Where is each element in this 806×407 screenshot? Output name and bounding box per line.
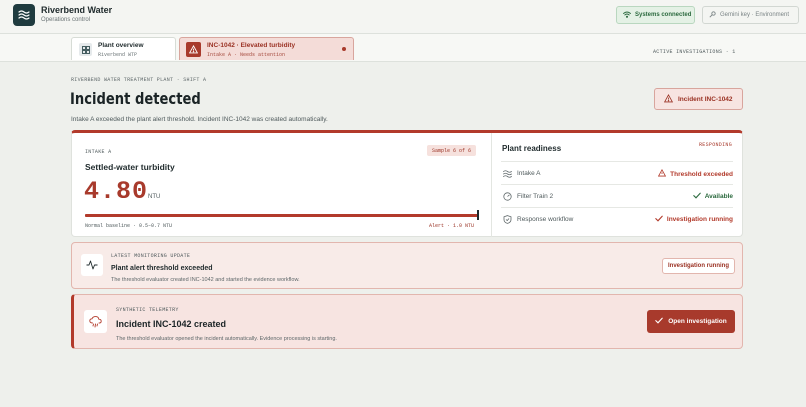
readiness-row-name: Intake A	[517, 170, 541, 177]
page-title: Incident detected	[70, 89, 201, 108]
breadcrumb: RIVERBEND WATER TREATMENT PLANT · SHIFT …	[71, 77, 207, 83]
tab-title: Plant overview	[98, 42, 144, 49]
grid-icon	[79, 43, 92, 56]
readiness-row-name: Response workflow	[517, 216, 574, 223]
alert-dot-icon	[342, 47, 346, 51]
warning-icon	[663, 93, 674, 105]
open-investigation-button[interactable]: Open investigation	[647, 310, 735, 333]
app-title: Riverbend Water	[41, 5, 113, 15]
open-investigation-label: Open investigation	[668, 318, 727, 325]
check-icon	[692, 192, 701, 201]
intake-label: INTAKE A	[85, 149, 112, 155]
warning-icon	[186, 42, 201, 57]
wifi-icon	[623, 11, 631, 20]
created-description: The threshold evaluator opened the incid…	[116, 336, 337, 342]
shield-icon	[503, 215, 512, 224]
readiness-row-name: Filter Train 2	[517, 193, 554, 200]
tabs-bar: Plant overview Riverbend WTP INC-1042 · …	[0, 34, 806, 62]
readiness-row-status: Threshold exceeded	[658, 168, 733, 179]
incident-created-card: SYNTHETIC TELEMETRY Incident INC-1042 cr…	[71, 294, 743, 349]
readiness-status: RESPONDING	[699, 142, 733, 148]
waves-icon	[503, 169, 512, 178]
incident-badge[interactable]: Incident INC-1042	[654, 88, 743, 110]
activity-icon	[81, 254, 103, 276]
tab-incident-inc-1042[interactable]: INC-1042 · Elevated turbidity Intake A ·…	[179, 37, 354, 60]
key-icon	[709, 10, 716, 20]
tab-title: INC-1042 · Elevated turbidity	[207, 42, 296, 49]
incident-badge-label: Incident INC-1042	[678, 95, 733, 103]
readiness-row-status-label: Investigation running	[666, 216, 733, 223]
alert-threshold-label: Alert · 1.0 NTU	[429, 223, 475, 229]
systems-status-label: Systems connected	[635, 12, 692, 18]
turbidity-bar	[85, 214, 478, 217]
gauge-icon	[503, 192, 512, 201]
active-investigations-count: ACTIVE INVESTIGATIONS · 1	[653, 49, 736, 55]
update-title: Plant alert threshold exceeded	[111, 265, 213, 272]
update-description: The threshold evaluator created INC-1042…	[111, 277, 300, 283]
page-subtitle: Intake A exceeded the plant alert thresh…	[71, 116, 328, 123]
tab-subtitle: Riverbend WTP	[98, 52, 138, 58]
check-icon	[655, 215, 663, 224]
readiness-row-response-workflow: Response workflow Investigation running	[501, 207, 733, 230]
check-icon	[655, 317, 663, 326]
readiness-row-intake-a: Intake A Threshold exceeded	[501, 161, 733, 184]
baseline-label: Normal baseline · 0.5–0.7 NTU	[85, 223, 173, 229]
readiness-title: Plant readiness	[502, 144, 562, 153]
cloud-rain-icon	[84, 310, 107, 333]
incident-summary-card: INTAKE A Sample 6 of 6 Settled-water tur…	[71, 130, 743, 237]
reading-unit: NTU	[148, 194, 161, 200]
top-bar: Riverbend Water Operations control Syste…	[0, 0, 806, 34]
investigation-running-button[interactable]: Investigation running	[662, 258, 735, 274]
readiness-row-status: Available	[692, 192, 733, 201]
turbidity-bar-fill	[85, 214, 478, 217]
card-divider	[491, 133, 492, 237]
readiness-row-status-label: Threshold exceeded	[670, 170, 733, 178]
monitoring-update-card: LATEST MONITORING UPDATE Plant alert thr…	[71, 242, 743, 289]
systems-status-pill[interactable]: Systems connected	[616, 6, 695, 24]
update-label: LATEST MONITORING UPDATE	[111, 253, 191, 259]
readiness-row-filter-train-2: Filter Train 2 Available	[501, 184, 733, 207]
readiness-row-status-label: Available	[704, 193, 733, 200]
metric-name: Settled-water turbidity	[85, 162, 175, 172]
water-logo-icon	[13, 4, 35, 26]
sample-chip: Sample 6 of 6	[427, 145, 477, 156]
gemini-key-label: Gemini key · Environment	[720, 12, 790, 18]
created-title: Incident INC-1042 created	[116, 319, 227, 329]
readiness-row-status: Investigation running	[655, 215, 733, 224]
warning-icon	[658, 168, 667, 179]
app-subtitle: Operations control	[41, 17, 91, 23]
tab-subtitle: Intake A · Needs attention	[207, 52, 286, 58]
turbidity-reading: 4.80	[84, 177, 149, 206]
tab-plant-overview[interactable]: Plant overview Riverbend WTP	[71, 37, 176, 60]
created-label: SYNTHETIC TELEMETRY	[116, 307, 179, 313]
bar-end-marker	[477, 210, 479, 220]
gemini-key-pill[interactable]: Gemini key · Environment	[702, 6, 799, 24]
